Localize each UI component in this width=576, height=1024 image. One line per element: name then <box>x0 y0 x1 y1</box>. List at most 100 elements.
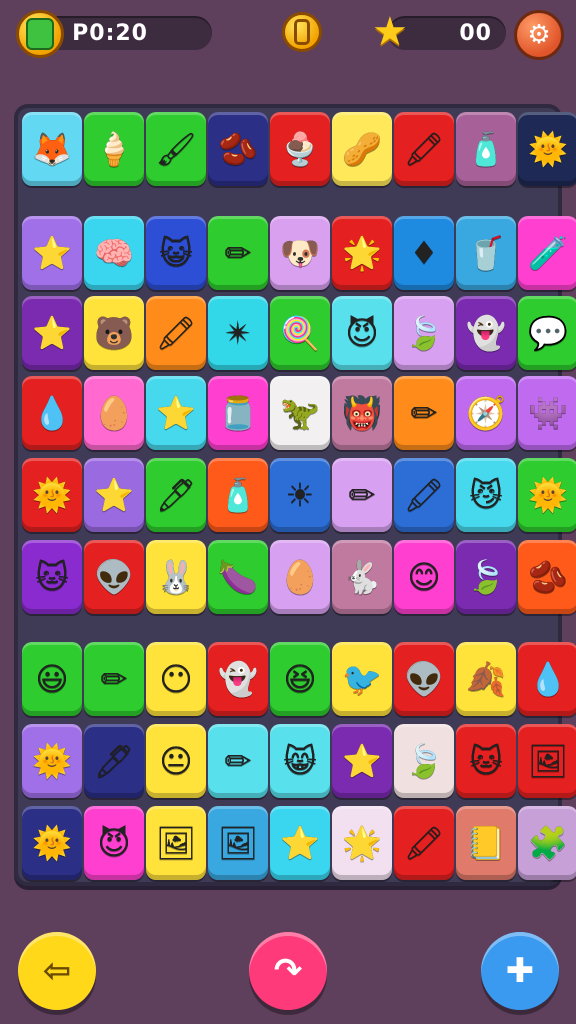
tile-r2-c7[interactable]: 👻 <box>456 296 516 370</box>
tile-r5-c3[interactable]: 🍆 <box>208 540 268 614</box>
tile-r8-c6[interactable]: 🖍 <box>394 806 454 880</box>
tile-r1-c6[interactable]: ♦ <box>394 216 454 290</box>
tile-r6-c0[interactable]: 😃 <box>22 642 82 716</box>
tile-r5-c0[interactable]: 🐱 <box>22 540 82 614</box>
tile-r1-c1[interactable]: 🧠 <box>84 216 144 290</box>
tile-r8-c2[interactable]: 🖼 <box>146 806 206 880</box>
tile-r0-c2[interactable]: 🖌 <box>146 112 206 186</box>
tile-r0-c0[interactable]: 🦊 <box>22 112 82 186</box>
tile-r2-c2[interactable]: 🖍 <box>146 296 206 370</box>
tile-r4-c0[interactable]: 🌞 <box>22 458 82 532</box>
tile-r3-c1[interactable]: 🥚 <box>84 376 144 450</box>
tile-r8-c0[interactable]: 🌞 <box>22 806 82 880</box>
tile-r3-c7[interactable]: 🧭 <box>456 376 516 450</box>
tile-r4-c8[interactable]: 🌞 <box>518 458 576 532</box>
tile-r2-c1[interactable]: 🐻 <box>84 296 144 370</box>
tile-r5-c8[interactable]: 🫘 <box>518 540 576 614</box>
tile-r3-c2[interactable]: ⭐ <box>146 376 206 450</box>
tile-r0-c5[interactable]: 🥜 <box>332 112 392 186</box>
devil-face-icon: 😈 <box>345 314 379 352</box>
tile-r4-c7[interactable]: 😼 <box>456 458 516 532</box>
tile-r5-c7[interactable]: 🍃 <box>456 540 516 614</box>
tile-r5-c1[interactable]: 👽 <box>84 540 144 614</box>
tile-r8-c1[interactable]: 😈 <box>84 806 144 880</box>
tile-r3-c5[interactable]: 👹 <box>332 376 392 450</box>
tile-r1-c3[interactable]: ✏ <box>208 216 268 290</box>
tile-r1-c4[interactable]: 🐶 <box>270 216 330 290</box>
tile-r7-c8[interactable]: 🖼 <box>518 724 576 798</box>
tile-r2-c8[interactable]: 💬 <box>518 296 576 370</box>
tile-r0-c1[interactable]: 🍦 <box>84 112 144 186</box>
tile-r2-c3[interactable]: ✴ <box>208 296 268 370</box>
tile-r1-c7[interactable]: 🥤 <box>456 216 516 290</box>
tile-r0-c7[interactable]: 🧴 <box>456 112 516 186</box>
tile-r2-c4[interactable]: 🍭 <box>270 296 330 370</box>
pencil-icon: ✏ <box>224 742 252 780</box>
tile-r4-c3[interactable]: 🧴 <box>208 458 268 532</box>
tile-r0-c3[interactable]: 🫘 <box>208 112 268 186</box>
tile-r8-c3[interactable]: 🖼 <box>208 806 268 880</box>
tile-r7-c0[interactable]: 🌞 <box>22 724 82 798</box>
tile-r8-c4[interactable]: ⭐ <box>270 806 330 880</box>
tile-r1-c2[interactable]: 😺 <box>146 216 206 290</box>
leaf-coin-icon[interactable] <box>16 10 64 58</box>
tile-r0-c4[interactable]: 🍨 <box>270 112 330 186</box>
tile-r7-c2[interactable]: 😐 <box>146 724 206 798</box>
tile-r7-c6[interactable]: 🍃 <box>394 724 454 798</box>
tile-r1-c8[interactable]: 🧪 <box>518 216 576 290</box>
gear-icon[interactable]: ⚙ <box>514 10 564 60</box>
tile-r0-c6[interactable]: 🖍 <box>394 112 454 186</box>
tile-r5-c5[interactable]: 🐇 <box>332 540 392 614</box>
tile-r8-c8[interactable]: 🧩 <box>518 806 576 880</box>
speech-face-icon: 💬 <box>528 314 568 352</box>
tile-r7-c4[interactable]: 😸 <box>270 724 330 798</box>
tile-r6-c3[interactable]: 👻 <box>208 642 268 716</box>
tile-r6-c4[interactable]: 😆 <box>270 642 330 716</box>
tile-r6-c6[interactable]: 👽 <box>394 642 454 716</box>
tile-r8-c5[interactable]: 🌟 <box>332 806 392 880</box>
plus-arrow-button[interactable]: ✚ <box>481 932 559 1010</box>
tile-r4-c4[interactable]: ☀ <box>270 458 330 532</box>
tile-r2-c0[interactable]: ⭐ <box>22 296 82 370</box>
tile-r8-c7[interactable]: 📒 <box>456 806 516 880</box>
tile-r5-c2[interactable]: 🐰 <box>146 540 206 614</box>
cup-icon: 🥤 <box>466 234 506 272</box>
tile-r3-c0[interactable]: 💧 <box>22 376 82 450</box>
tile-r3-c4[interactable]: 🦖 <box>270 376 330 450</box>
tile-r4-c5[interactable]: ✏ <box>332 458 392 532</box>
tile-r6-c7[interactable]: 🍂 <box>456 642 516 716</box>
tile-r5-c4[interactable]: 🥚 <box>270 540 330 614</box>
tile-r7-c1[interactable]: 🖊 <box>84 724 144 798</box>
leaf-icon: 🍂 <box>466 660 506 698</box>
undo-arrow-button[interactable]: ↷ <box>249 932 327 1010</box>
alien-face-icon: 👽 <box>404 660 444 698</box>
tile-r3-c3[interactable]: 🫙 <box>208 376 268 450</box>
tile-r6-c8[interactable]: 💧 <box>518 642 576 716</box>
game-board: 🦊 🍦 🖌 🫘 🍨 🥜 🖍 🧴 🌞 ⭐ 🧠 😺 ✏ 🐶 🌟 ♦ 🥤 🧪 ⭐ 🐻 🖍 ✴ 🍭 😈 🍃 👻 💬 💧 🥚 ⭐ 🫙 🦖 👹 ✏ 🧭 👾 🌞 ⭐ 🖊 🧴… <box>14 104 576 886</box>
gold-coin-icon[interactable] <box>282 12 322 52</box>
tile-r1-c5[interactable]: 🌟 <box>332 216 392 290</box>
tile-r0-c8[interactable]: 🌞 <box>518 112 576 186</box>
tile-r2-c6[interactable]: 🍃 <box>394 296 454 370</box>
tile-r1-c0[interactable]: ⭐ <box>22 216 82 290</box>
tile-r3-c6[interactable]: ✏ <box>394 376 454 450</box>
tile-r7-c7[interactable]: 🐱 <box>456 724 516 798</box>
tile-r7-c3[interactable]: ✏ <box>208 724 268 798</box>
drop-face-icon: 💧 <box>32 394 72 432</box>
bird-icon: 🐦 <box>342 660 382 698</box>
moves-pill: P0:20 <box>40 16 212 50</box>
tile-r2-c5[interactable]: 😈 <box>332 296 392 370</box>
tile-r6-c1[interactable]: ✏ <box>84 642 144 716</box>
tile-r4-c1[interactable]: ⭐ <box>84 458 144 532</box>
tile-r4-c6[interactable]: 🖍 <box>394 458 454 532</box>
blob-face-icon: 😆 <box>283 660 317 698</box>
tile-r6-c2[interactable]: 😶 <box>146 642 206 716</box>
tile-r6-c5[interactable]: 🐦 <box>332 642 392 716</box>
star-icon: 🌟 <box>342 824 382 862</box>
tile-r7-c5[interactable]: ⭐ <box>332 724 392 798</box>
tile-r5-c6[interactable]: 😊 <box>394 540 454 614</box>
tile-r3-c8[interactable]: 👾 <box>518 376 576 450</box>
top-hud: P0:20 00 ★ ⚙ <box>0 0 576 70</box>
tile-r4-c2[interactable]: 🖊 <box>146 458 206 532</box>
back-arrow-button[interactable]: ⇦ <box>18 932 96 1010</box>
